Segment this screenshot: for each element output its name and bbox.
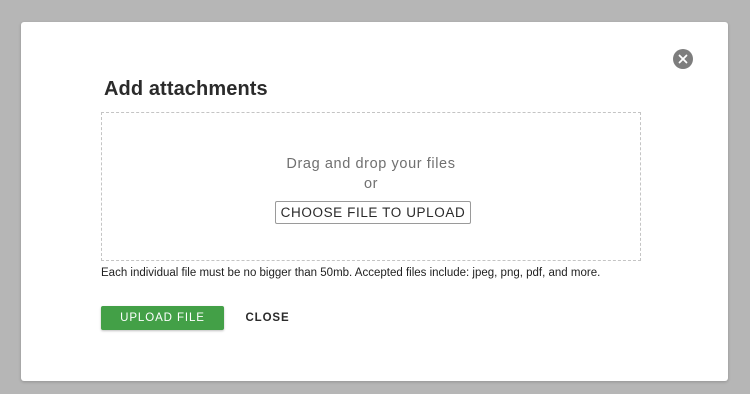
close-icon[interactable] — [673, 49, 693, 69]
choose-file-button[interactable]: CHOOSE FILE TO UPLOAD — [275, 201, 471, 224]
add-attachments-dialog: Add attachments Drag and drop your files… — [21, 22, 728, 381]
file-requirements-hint: Each individual file must be no bigger t… — [101, 267, 601, 279]
drag-drop-text: Drag and drop your files — [286, 156, 456, 172]
or-separator-text: or — [363, 176, 379, 192]
upload-file-button[interactable]: UPLOAD FILE — [101, 306, 224, 330]
close-button[interactable]: CLOSE — [240, 306, 295, 330]
file-dropzone[interactable]: Drag and drop your files or CHOOSE FILE … — [101, 112, 641, 261]
dialog-title: Add attachments — [104, 78, 268, 100]
close-x-glyph — [678, 54, 688, 64]
